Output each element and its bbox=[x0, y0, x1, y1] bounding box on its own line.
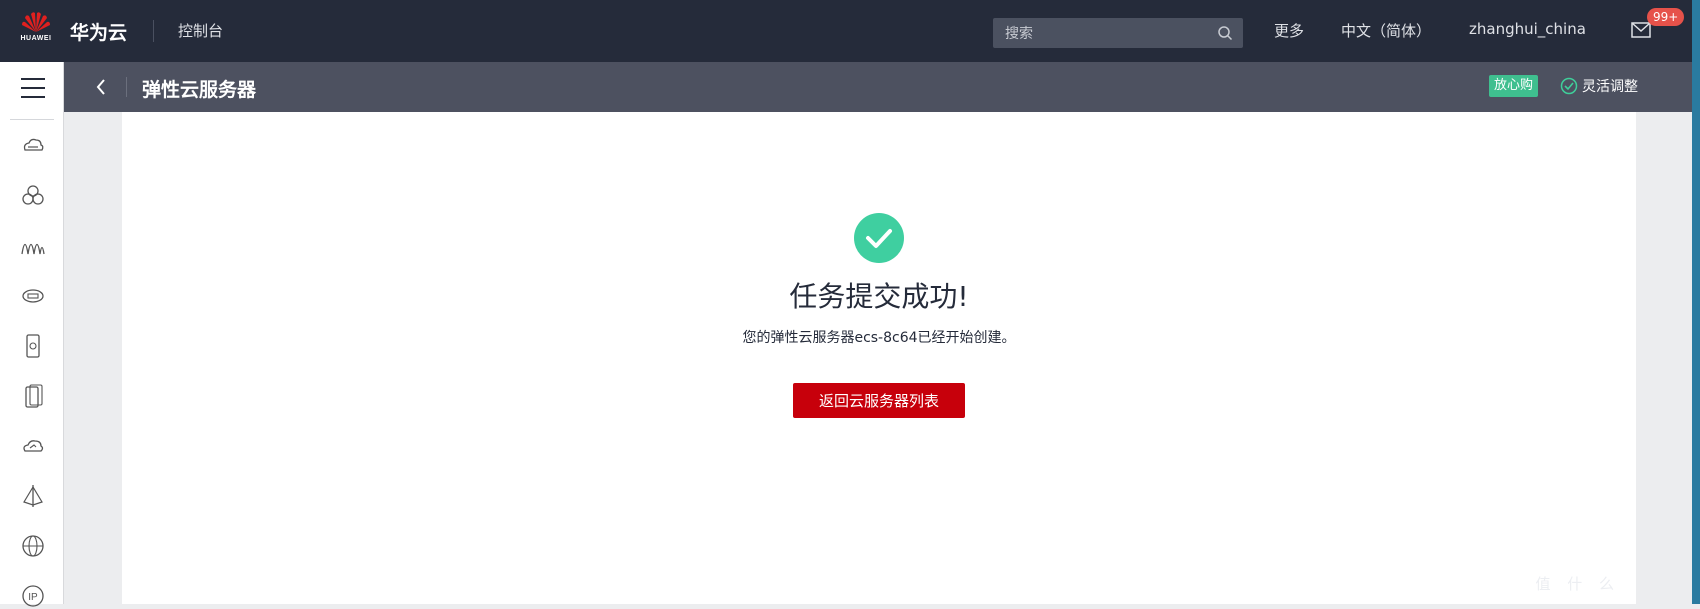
disk-icon[interactable] bbox=[20, 283, 46, 309]
watermark: 值 什 么 bbox=[1535, 575, 1620, 593]
more-menu[interactable]: 更多 bbox=[1274, 20, 1304, 41]
success-description: 您的弹性云服务器ecs-8c64已经开始创建。 bbox=[742, 330, 1016, 346]
success-title: 任务提交成功! bbox=[789, 280, 969, 313]
flexible-adjust-link[interactable]: 灵活调整 bbox=[1560, 76, 1638, 96]
phone-copy-icon[interactable] bbox=[20, 383, 46, 409]
mobile-device-icon[interactable] bbox=[20, 333, 46, 359]
check-circle-icon bbox=[1560, 77, 1578, 95]
globe-icon[interactable] bbox=[20, 533, 46, 559]
cloud-server-icon[interactable] bbox=[20, 133, 46, 159]
ip-icon[interactable]: IP bbox=[20, 583, 46, 609]
header-divider bbox=[153, 20, 154, 42]
assurance-tag[interactable]: 放心购 bbox=[1489, 75, 1539, 97]
svg-text:IP: IP bbox=[28, 592, 38, 603]
search-input[interactable] bbox=[993, 18, 1217, 50]
huawei-logo[interactable]: HUAWEI bbox=[16, 10, 56, 50]
network-node-icon[interactable] bbox=[20, 483, 46, 509]
result-panel: 任务提交成功! 您的弹性云服务器ecs-8c64已经开始创建。 返回云服务器列表… bbox=[122, 112, 1636, 604]
back-arrow-icon[interactable] bbox=[94, 76, 108, 98]
search-box[interactable] bbox=[993, 18, 1243, 50]
search-icon[interactable] bbox=[1217, 25, 1233, 41]
logo-text: HUAWEI bbox=[20, 35, 52, 42]
language-selector[interactable]: 中文（简体） bbox=[1341, 20, 1431, 41]
success-check-icon bbox=[854, 213, 904, 263]
user-menu[interactable]: zhanghui_china bbox=[1469, 20, 1586, 38]
cluster-icon[interactable] bbox=[20, 183, 46, 209]
waveform-icon[interactable] bbox=[20, 233, 46, 259]
sidebar-divider bbox=[10, 119, 54, 120]
brand-name[interactable]: 华为云 bbox=[70, 18, 127, 45]
top-navigation-bar: HUAWEI 华为云 控制台 更多 中文（简体） zhanghui_china … bbox=[0, 0, 1692, 62]
service-sidebar: IP bbox=[0, 62, 64, 607]
menu-toggle-icon[interactable] bbox=[21, 78, 45, 105]
flexible-adjust-label: 灵活调整 bbox=[1582, 79, 1638, 95]
mail-badge: 99+ bbox=[1647, 8, 1685, 26]
mail-icon[interactable] bbox=[1631, 22, 1651, 38]
subheader-divider bbox=[126, 77, 127, 97]
service-header: 弹性云服务器 放心购 灵活调整 bbox=[64, 62, 1692, 112]
cloud-link-icon[interactable] bbox=[20, 433, 46, 459]
page-title: 弹性云服务器 bbox=[142, 79, 257, 101]
right-edge-strip bbox=[1692, 0, 1700, 604]
console-link[interactable]: 控制台 bbox=[178, 20, 223, 41]
huawei-flower-icon bbox=[22, 12, 50, 33]
return-to-list-button[interactable]: 返回云服务器列表 bbox=[793, 383, 965, 418]
